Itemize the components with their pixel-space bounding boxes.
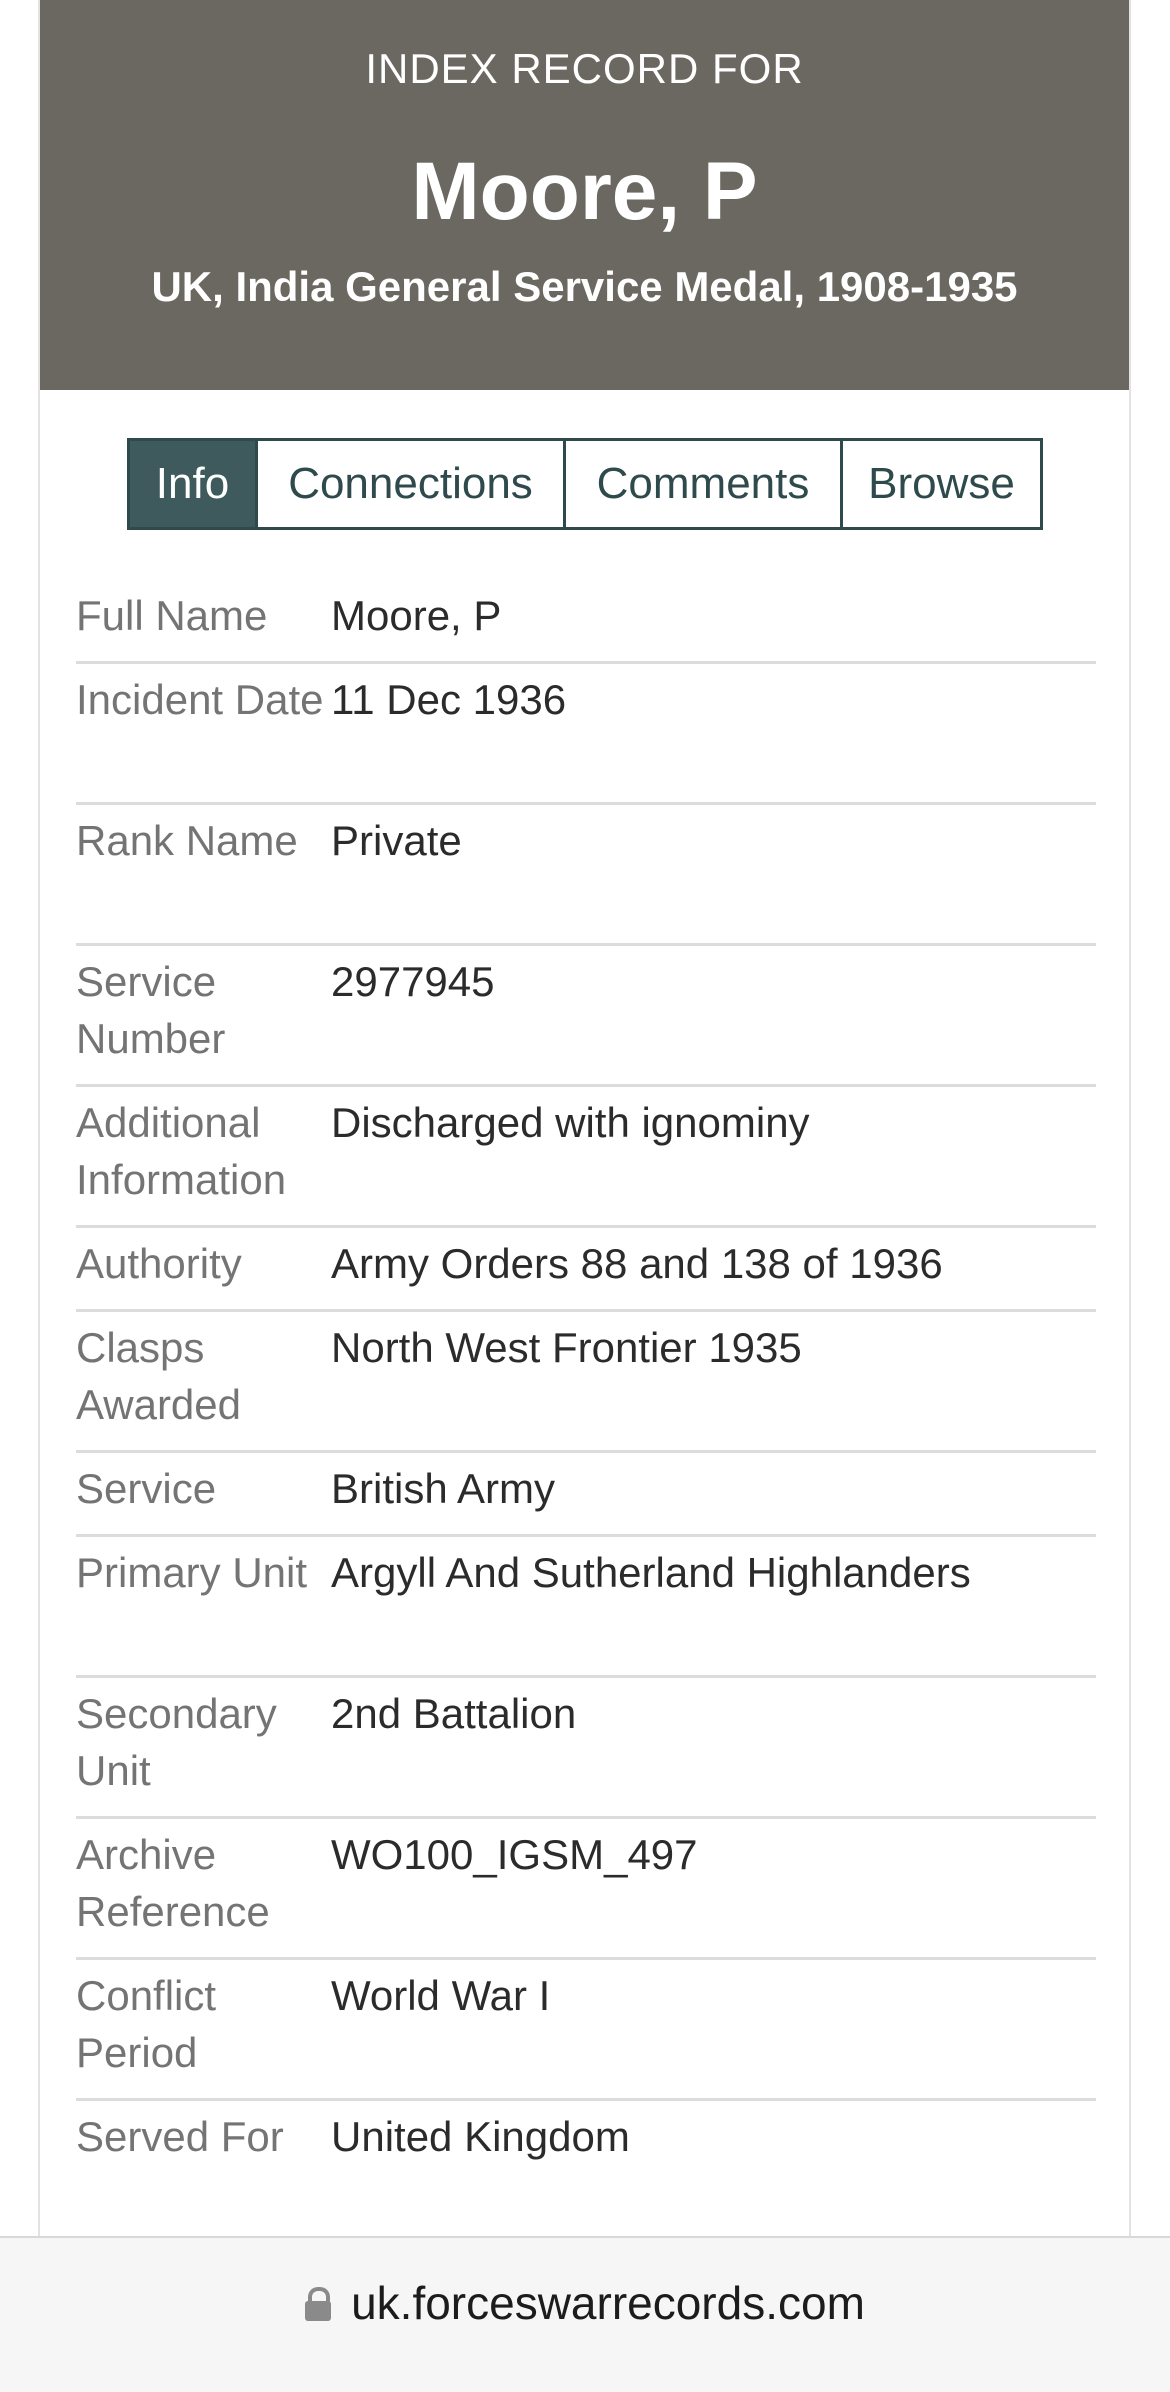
row-value: Private	[331, 817, 462, 864]
record-row-primary-unit: Primary Unit Argyll And Sutherland Highl…	[76, 1537, 1096, 1678]
row-label: Conflict Period	[76, 1972, 217, 2076]
row-label: Rank Name	[76, 817, 298, 864]
header-kicker: INDEX RECORD FOR	[365, 45, 804, 92]
record-row-rank-name: Rank Name Private	[76, 805, 1096, 946]
tab-info[interactable]: Info	[127, 438, 258, 530]
row-value: Army Orders 88 and 138 of 1936	[331, 1240, 943, 1287]
row-value: North West Frontier 1935	[331, 1324, 802, 1371]
row-label: Service Number	[76, 958, 226, 1062]
row-label: Archive Reference	[76, 1831, 270, 1935]
row-value: United Kingdom	[331, 2113, 630, 2160]
row-value: World War I	[331, 1972, 551, 2019]
row-value: 2977945	[331, 958, 495, 1005]
row-value: 2nd Battalion	[331, 1690, 577, 1737]
record-row-service-number: Service Number 2977945	[76, 946, 1096, 1087]
row-label: Additional Information	[76, 1099, 287, 1203]
lock-icon	[305, 2287, 332, 2321]
record-details: Full Name Moore, P Incident Date 11 Dec …	[76, 580, 1096, 2242]
record-row-clasps-awarded: Clasps Awarded North West Frontier 1935	[76, 1312, 1096, 1453]
row-label: Primary Unit	[76, 1549, 308, 1596]
row-value: British Army	[331, 1465, 556, 1512]
record-row-incident-date: Incident Date 11 Dec 1936	[76, 664, 1096, 805]
row-label: Served For	[76, 2113, 284, 2160]
row-value: Argyll And Sutherland Highlanders	[331, 1549, 971, 1596]
record-name: Moore, P	[411, 146, 758, 237]
row-label: Authority	[76, 1240, 242, 1287]
row-label: Incident Date	[76, 676, 324, 723]
row-label: Secondary Unit	[76, 1690, 277, 1794]
url-text: uk.forceswarrecords.com	[351, 2277, 865, 2329]
record-row-secondary-unit: Secondary Unit 2nd Battalion	[76, 1678, 1096, 1819]
row-label: Full Name	[76, 592, 268, 639]
record-row-conflict-period: Conflict Period World War I	[76, 1960, 1096, 2101]
browser-address-bar[interactable]: uk.forceswarrecords.com	[0, 2236, 1170, 2392]
record-header: INDEX RECORD FOR Moore, P UK, India Gene…	[40, 0, 1129, 390]
record-row-archive-reference: Archive Reference WO100_IGSM_497	[76, 1819, 1096, 1960]
record-card: INDEX RECORD FOR Moore, P UK, India Gene…	[38, 0, 1131, 2242]
record-row-served-for: Served For United Kingdom	[76, 2101, 1096, 2242]
row-value: Moore, P	[331, 592, 502, 639]
row-value: WO100_IGSM_497	[331, 1831, 698, 1878]
tab-connections[interactable]: Connections	[255, 438, 566, 530]
row-value: 11 Dec 1936	[331, 676, 567, 723]
row-label: Service	[76, 1465, 217, 1512]
tab-comments[interactable]: Comments	[563, 438, 843, 530]
row-label: Clasps Awarded	[76, 1324, 242, 1428]
tab-bar: Info Connections Comments Browse	[127, 438, 1043, 530]
record-row-additional-information: Additional Information Discharged with i…	[76, 1087, 1096, 1228]
page: INDEX RECORD FOR Moore, P UK, India Gene…	[0, 0, 1170, 2392]
row-value: Discharged with ignominy	[331, 1099, 810, 1146]
record-row-full-name: Full Name Moore, P	[76, 580, 1096, 664]
record-collection: UK, India General Service Medal, 1908-19…	[151, 263, 1018, 310]
tab-browse[interactable]: Browse	[840, 438, 1043, 530]
record-row-authority: Authority Army Orders 88 and 138 of 1936	[76, 1228, 1096, 1312]
record-row-service: Service British Army	[76, 1453, 1096, 1537]
address-display[interactable]: uk.forceswarrecords.com	[0, 2276, 1170, 2330]
